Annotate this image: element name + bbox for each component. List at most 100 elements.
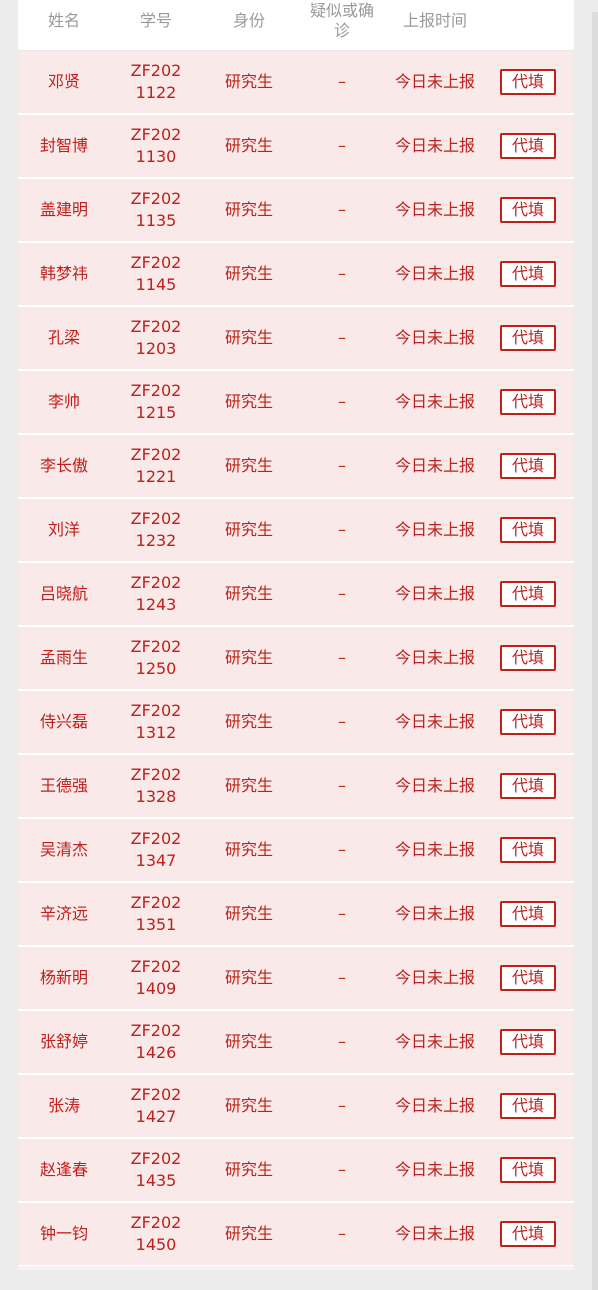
report-status: 今日未上报 <box>394 968 475 987</box>
student-id: ZF2021351 <box>130 893 182 934</box>
diagnosis-status: – <box>338 456 346 475</box>
diagnosis-status: – <box>338 200 346 219</box>
report-status: 今日未上报 <box>394 648 475 667</box>
diagnosis-status: – <box>338 840 346 859</box>
fill-in-button[interactable]: 代填 <box>500 1093 556 1119</box>
student-role: 研究生 <box>224 648 273 667</box>
report-status: 今日未上报 <box>394 1032 475 1051</box>
report-status: 今日未上报 <box>394 904 475 923</box>
student-id: ZF2021450 <box>130 1213 182 1254</box>
student-id: ZF2021250 <box>130 637 182 678</box>
table-row: 赵逢春 ZF2021435 研究生 – 今日未上报 代填 <box>18 1139 574 1202</box>
report-status: 今日未上报 <box>394 136 475 155</box>
fill-in-button[interactable]: 代填 <box>500 261 556 287</box>
fill-in-button[interactable]: 代填 <box>500 773 556 799</box>
header-diagnosis: 疑似或确 诊 <box>296 1 388 41</box>
action-cell: 代填 <box>482 709 574 735</box>
fill-in-button[interactable]: 代填 <box>500 901 556 927</box>
action-cell: 代填 <box>482 1029 574 1055</box>
student-name: 侍兴磊 <box>39 712 88 731</box>
action-cell: 代填 <box>482 197 574 223</box>
fill-in-button[interactable]: 代填 <box>500 1157 556 1183</box>
diagnosis-status: – <box>338 776 346 795</box>
fill-in-button[interactable]: 代填 <box>500 325 556 351</box>
fill-in-button[interactable]: 代填 <box>500 965 556 991</box>
action-cell: 代填 <box>482 325 574 351</box>
scrollbar[interactable] <box>592 12 598 1290</box>
student-id: ZF2021312 <box>130 701 182 742</box>
fill-in-button[interactable]: 代填 <box>500 517 556 543</box>
student-name: 王德强 <box>39 776 88 795</box>
header-student-id: 学号 <box>139 11 172 30</box>
table-row: 王德强 ZF2021328 研究生 – 今日未上报 代填 <box>18 755 574 818</box>
fill-in-button[interactable]: 代填 <box>500 197 556 223</box>
table-row: 李帅 ZF2021215 研究生 – 今日未上报 代填 <box>18 371 574 434</box>
diagnosis-status: – <box>338 584 346 603</box>
student-role: 研究生 <box>224 72 273 91</box>
student-role: 研究生 <box>224 1160 273 1179</box>
action-cell: 代填 <box>482 1093 574 1119</box>
student-name: 钟一钧 <box>39 1224 88 1243</box>
student-name: 孔梁 <box>47 328 80 347</box>
table-row: 张舒婷 ZF2021426 研究生 – 今日未上报 代填 <box>18 1011 574 1074</box>
header-diagnosis-line2: 诊 <box>333 21 350 40</box>
diagnosis-status: – <box>338 264 346 283</box>
student-role: 研究生 <box>224 584 273 603</box>
student-name: 韩梦祎 <box>39 264 88 283</box>
student-id: ZF2021328 <box>130 765 182 806</box>
student-name: 孟雨生 <box>39 648 88 667</box>
header-diagnosis-line1: 疑似或确 <box>309 1 374 20</box>
fill-in-button[interactable]: 代填 <box>500 453 556 479</box>
student-id: ZF2021122 <box>130 61 182 102</box>
table-footer <box>18 1266 574 1270</box>
table-row: 邓贤 ZF2021122 研究生 – 今日未上报 代填 <box>18 51 574 114</box>
action-cell: 代填 <box>482 581 574 607</box>
action-cell: 代填 <box>482 965 574 991</box>
fill-in-button[interactable]: 代填 <box>500 1029 556 1055</box>
diagnosis-status: – <box>338 1224 346 1243</box>
action-cell: 代填 <box>482 773 574 799</box>
student-id: ZF2021243 <box>130 573 182 614</box>
student-role: 研究生 <box>224 328 273 347</box>
student-role: 研究生 <box>224 1032 273 1051</box>
diagnosis-status: – <box>338 1160 346 1179</box>
diagnosis-status: – <box>338 1096 346 1115</box>
action-cell: 代填 <box>482 389 574 415</box>
fill-in-button[interactable]: 代填 <box>500 69 556 95</box>
student-id: ZF2021426 <box>130 1021 182 1062</box>
student-id: ZF2021409 <box>130 957 182 998</box>
student-id: ZF2021215 <box>130 381 182 422</box>
page: 姓名 学号 身份 疑似或确 诊 上报时间 邓贤 ZF2021122 研究生 – 今日未上… <box>0 0 598 1290</box>
student-name: 刘洋 <box>47 520 80 539</box>
report-status: 今日未上报 <box>394 1224 475 1243</box>
table-row: 封智博 ZF2021130 研究生 – 今日未上报 代填 <box>18 115 574 178</box>
fill-in-button[interactable]: 代填 <box>500 133 556 159</box>
student-role: 研究生 <box>224 1096 273 1115</box>
report-status: 今日未上报 <box>394 712 475 731</box>
table-row: 孟雨生 ZF2021250 研究生 – 今日未上报 代填 <box>18 627 574 690</box>
action-cell: 代填 <box>482 517 574 543</box>
fill-in-button[interactable]: 代填 <box>500 645 556 671</box>
fill-in-button[interactable]: 代填 <box>500 709 556 735</box>
fill-in-button[interactable]: 代填 <box>500 1221 556 1247</box>
table-row: 吕晓航 ZF2021243 研究生 – 今日未上报 代填 <box>18 563 574 626</box>
fill-in-button[interactable]: 代填 <box>500 837 556 863</box>
fill-in-button[interactable]: 代填 <box>500 581 556 607</box>
table-row: 杨新明 ZF2021409 研究生 – 今日未上报 代填 <box>18 947 574 1010</box>
fill-in-button[interactable]: 代填 <box>500 389 556 415</box>
diagnosis-status: – <box>338 968 346 987</box>
student-role: 研究生 <box>224 712 273 731</box>
action-cell: 代填 <box>482 133 574 159</box>
header-name: 姓名 <box>47 11 80 30</box>
diagnosis-status: – <box>338 648 346 667</box>
student-id: ZF2021435 <box>130 1149 182 1190</box>
student-id: ZF2021130 <box>130 125 182 166</box>
diagnosis-status: – <box>338 136 346 155</box>
student-role: 研究生 <box>224 968 273 987</box>
diagnosis-status: – <box>338 1032 346 1051</box>
report-status: 今日未上报 <box>394 840 475 859</box>
table-row: 辛济远 ZF2021351 研究生 – 今日未上报 代填 <box>18 883 574 946</box>
table-row: 孔梁 ZF2021203 研究生 – 今日未上报 代填 <box>18 307 574 370</box>
student-name: 吕晓航 <box>39 584 88 603</box>
diagnosis-status: – <box>338 520 346 539</box>
